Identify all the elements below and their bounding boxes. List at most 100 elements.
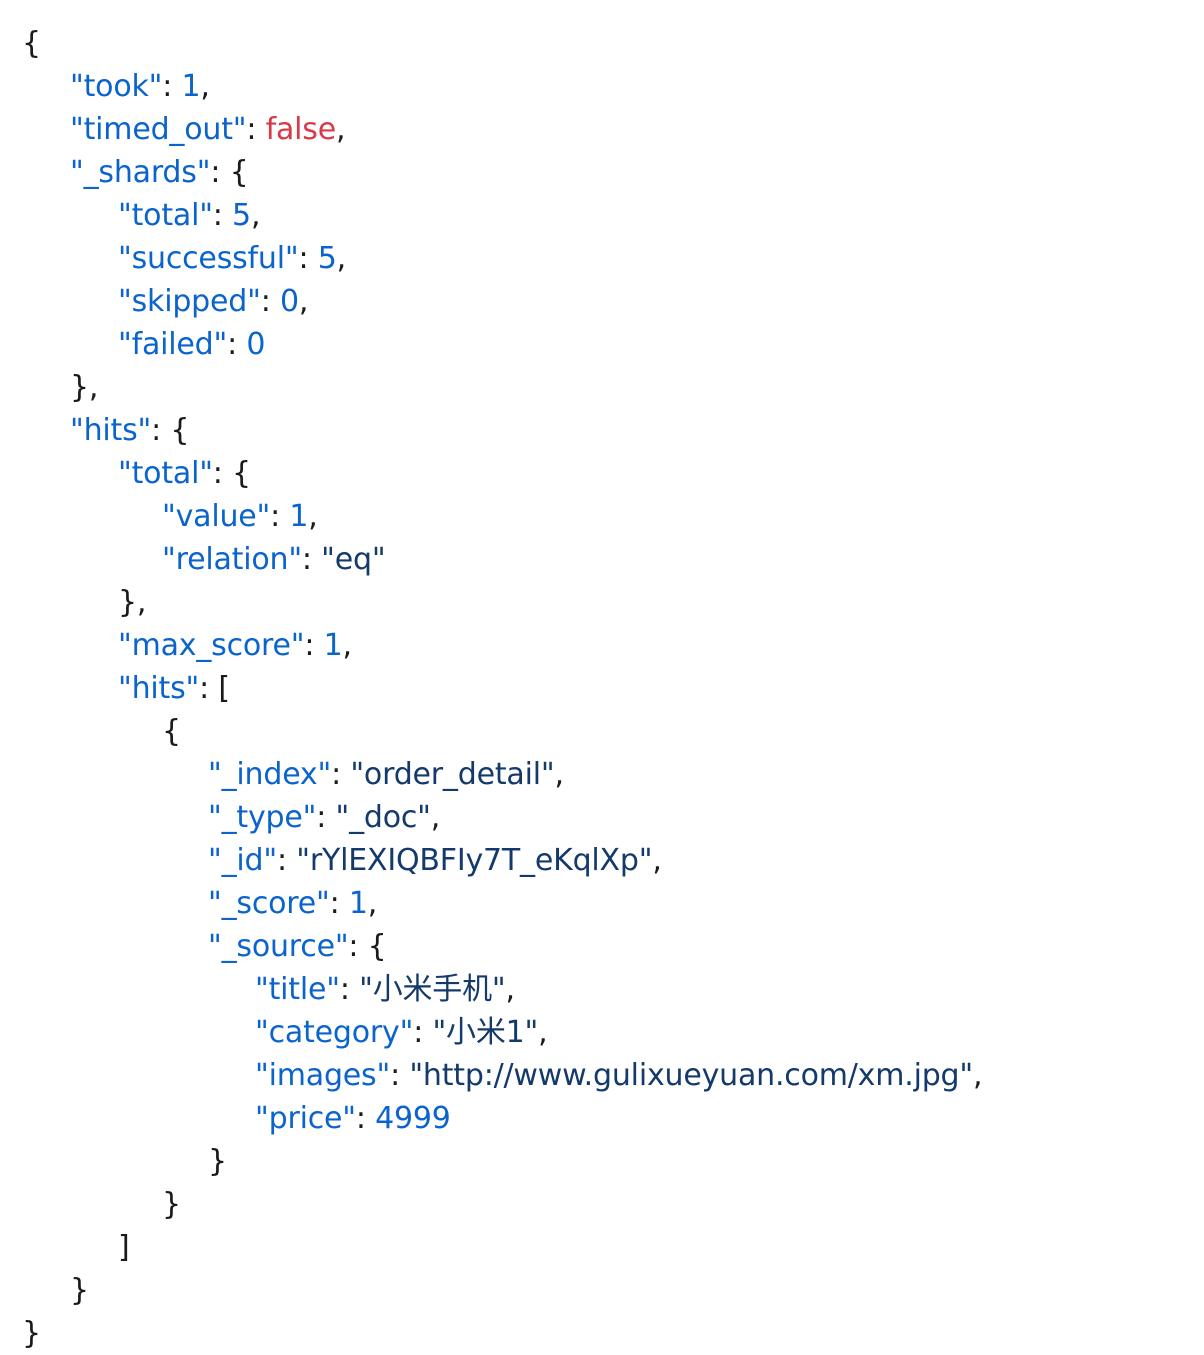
json-token-punct: , <box>367 886 378 921</box>
json-token-key: "value" <box>162 499 271 534</box>
json-token-punct: : <box>162 69 182 104</box>
json-token-punct: : <box>413 1015 433 1050</box>
json-line: } <box>0 1183 1204 1226</box>
json-token-num: 1 <box>289 499 309 534</box>
json-token-punct: : <box>298 241 318 276</box>
json-token-punct: : <box>199 671 219 706</box>
json-line: "total": { <box>0 452 1204 495</box>
json-token-brace: } <box>208 1144 227 1179</box>
json-token-key: "images" <box>255 1058 391 1093</box>
json-token-punct: : <box>276 843 297 878</box>
json-token-key: "timed_out" <box>70 112 247 147</box>
json-line: "timed_out": false, <box>0 108 1204 151</box>
json-token-key: "_id" <box>208 843 277 878</box>
json-token-key: "_index" <box>208 757 332 792</box>
json-line: "max_score": 1, <box>0 624 1204 667</box>
json-line: { <box>0 710 1204 753</box>
json-line: }, <box>0 581 1204 624</box>
json-token-punct: , <box>652 843 662 878</box>
json-token-punct: : <box>212 198 233 233</box>
json-line: "_index": "order_detail", <box>0 753 1204 796</box>
json-token-key: "category" <box>255 1015 414 1050</box>
json-token-str: "小米1" <box>432 1015 539 1050</box>
json-token-str: "http://www.gulixueyuan.com/xm.jpg" <box>409 1058 973 1093</box>
json-token-key: "successful" <box>118 241 299 276</box>
json-token-key: "_score" <box>208 886 330 921</box>
json-line: "failed": 0 <box>0 323 1204 366</box>
json-token-punct: : <box>227 327 247 362</box>
json-token-key: "hits" <box>118 671 200 706</box>
json-token-punct: , <box>342 628 353 663</box>
json-token-str: "order_detail" <box>350 757 555 792</box>
json-token-punct: : <box>260 284 280 319</box>
json-token-str: "小米手机" <box>359 972 506 1007</box>
json-token-bool: false <box>265 112 337 147</box>
json-token-brace: { <box>232 456 251 491</box>
json-token-punct: : <box>301 542 322 577</box>
json-token-num: 0 <box>279 284 299 319</box>
json-token-brace: { <box>367 929 387 964</box>
json-token-punct: , <box>505 972 516 1007</box>
json-line: "took": 1, <box>0 65 1204 108</box>
json-line: "_id": "rYlEXIQBFIy7T_eKqlXp", <box>0 839 1204 882</box>
json-response-viewer: {"took": 1, "timed_out": false, "_shards":… <box>0 0 1204 1355</box>
json-token-punct: , <box>973 1058 983 1093</box>
json-token-num: 1 <box>323 628 343 663</box>
json-token-str: "rYlEXIQBFIy7T_eKqlXp" <box>296 843 653 878</box>
json-token-num: 5 <box>232 198 251 233</box>
json-line: "title": "小米手机", <box>0 968 1204 1011</box>
json-token-brace: } <box>70 1273 89 1308</box>
json-token-key: "price" <box>255 1101 356 1136</box>
json-token-key: "total" <box>118 456 213 491</box>
json-line: { <box>0 22 1204 65</box>
json-line: "hits": [ <box>0 667 1204 710</box>
json-token-key: "title" <box>255 972 340 1007</box>
json-token-punct: , <box>336 241 347 276</box>
json-token-key: "took" <box>70 69 163 104</box>
json-line: "hits": { <box>0 409 1204 452</box>
json-token-punct: : <box>331 757 351 792</box>
json-line: ] <box>0 1226 1204 1269</box>
json-token-punct: : <box>270 499 290 534</box>
json-line: "skipped": 0, <box>0 280 1204 323</box>
json-token-key: "failed" <box>118 327 228 362</box>
json-line: "value": 1, <box>0 495 1204 538</box>
json-token-punct: : <box>316 800 336 835</box>
json-token-num: 4999 <box>375 1101 451 1136</box>
json-token-brace: } <box>22 1316 41 1351</box>
json-token-key: "relation" <box>162 542 302 577</box>
json-token-num: 1 <box>348 886 368 921</box>
json-token-brace: { <box>162 714 181 749</box>
json-token-punct: , <box>308 499 318 534</box>
json-token-num: 0 <box>246 327 266 362</box>
json-token-punct: : <box>304 628 324 663</box>
json-token-key: "_type" <box>208 800 317 835</box>
json-token-key: "skipped" <box>118 284 261 319</box>
json-token-punct: , <box>538 1015 548 1050</box>
json-line: } <box>0 1269 1204 1312</box>
json-line: "total": 5, <box>0 194 1204 237</box>
json-token-brace: }, <box>70 370 99 405</box>
json-token-punct: : <box>246 112 266 147</box>
json-line: "category": "小米1", <box>0 1011 1204 1054</box>
json-token-num: 5 <box>317 241 337 276</box>
json-token-key: "_source" <box>208 929 349 964</box>
json-line: } <box>0 1312 1204 1355</box>
json-token-brace: } <box>162 1187 181 1222</box>
json-token-brace: ] <box>118 1230 130 1265</box>
json-token-punct: : <box>210 155 230 190</box>
json-token-key: "_shards" <box>70 155 211 190</box>
json-line: "_type": "_doc", <box>0 796 1204 839</box>
json-token-punct: , <box>554 757 564 792</box>
json-line: }, <box>0 366 1204 409</box>
json-token-punct: , <box>430 800 441 835</box>
json-token-punct: : <box>329 886 349 921</box>
json-token-punct: : <box>355 1101 376 1136</box>
json-token-key: "total" <box>118 198 213 233</box>
json-token-brace: { <box>229 155 249 190</box>
json-token-punct: , <box>250 198 261 233</box>
json-line: "_shards": { <box>0 151 1204 194</box>
json-token-key: "max_score" <box>118 628 305 663</box>
json-line: } <box>0 1140 1204 1183</box>
json-line: "relation": "eq" <box>0 538 1204 581</box>
